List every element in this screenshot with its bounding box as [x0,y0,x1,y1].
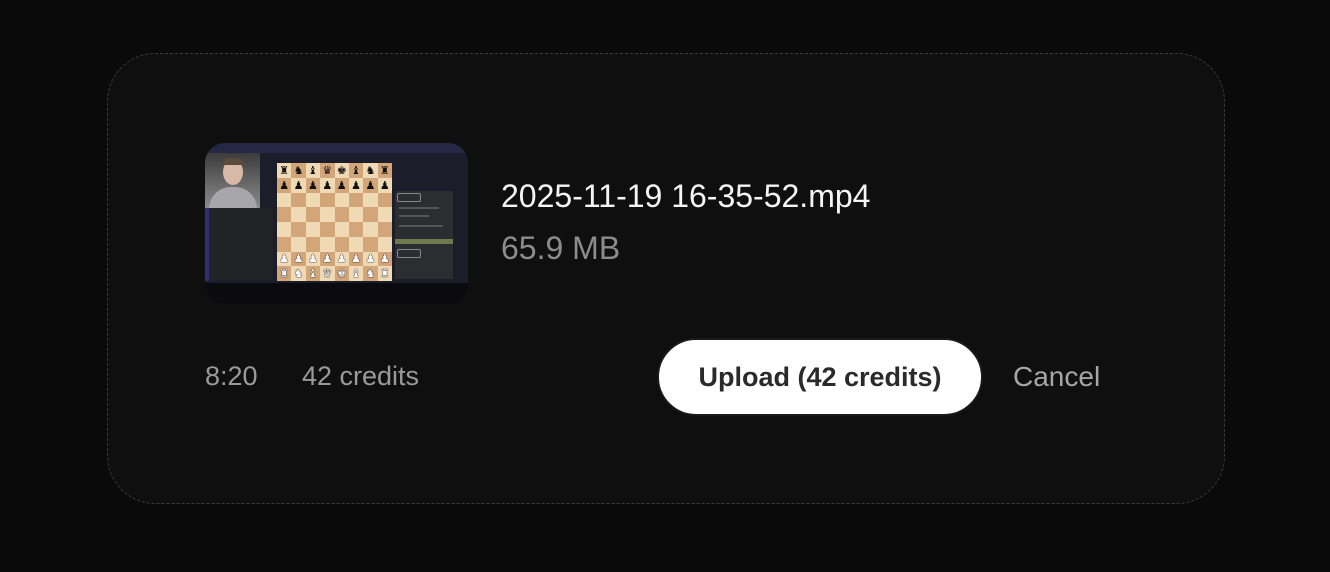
file-name: 2025-11-19 16-35-52.mp4 [501,178,871,214]
video-thumbnail: ♜ ♞ ♝ ♛ ♚ ♝ ♞ ♜ ♟ ♟ ♟ ♟ ♟ ♟ ♟ ♟ ♟ ♟ ♟ ♟ ♟ ♟ ♟ ♟ ♜ ♞ ♝ ♛ ♚ ♝ ♞ ♜ [205,143,468,304]
upload-dropzone-card: ♜ ♞ ♝ ♛ ♚ ♝ ♞ ♜ ♟ ♟ ♟ ♟ ♟ ♟ ♟ ♟ ♟ ♟ ♟ ♟ ♟ ♟ ♟ ♟ ♜ ♞ ♝ ♛ ♚ ♝ ♞ ♜ 2025-11… [107,53,1225,504]
chess-square: ♛ [320,266,335,281]
chess-square [320,207,335,222]
chess-square [305,236,321,252]
chess-square [334,236,349,252]
chess-square: ♟ [348,177,364,193]
chess-square [363,207,378,222]
chess-square: ♟ [320,177,335,193]
chess-square [334,207,349,222]
file-size: 65.9 MB [501,230,621,266]
chess-square: ♞ [363,266,378,281]
chess-square: ♟ [363,251,378,267]
thumbnail-window-bar [205,143,468,153]
chess-square [377,207,392,222]
chess-square [291,207,306,222]
webcam-overlay-image [205,153,260,208]
chess-square [348,222,364,237]
thumbnail-side-panel [395,191,453,279]
chess-square [320,192,335,208]
chess-square [363,192,378,208]
chess-square [320,236,335,252]
chess-square: ♞ [291,266,306,281]
chess-square: ♝ [348,163,364,178]
chess-square: ♝ [305,266,321,281]
chess-square: ♜ [377,163,392,178]
video-duration: 8:20 [205,361,258,391]
chess-square [277,207,292,222]
chess-square: ♞ [363,163,378,178]
credit-cost: 42 credits [302,361,420,391]
chess-square: ♞ [291,163,306,178]
chess-square [363,236,378,252]
chess-square: ♟ [377,251,392,267]
chess-square: ♝ [305,163,321,178]
chess-square [334,222,349,237]
chess-square: ♟ [277,177,292,193]
chess-square [320,222,335,237]
chess-square: ♟ [334,177,349,193]
chess-square [277,192,292,208]
chess-square: ♟ [320,251,335,267]
chess-square: ♜ [377,266,392,281]
chess-square [277,222,292,237]
chess-square: ♚ [334,266,349,281]
chess-square: ♟ [291,177,306,193]
chess-square [377,192,392,208]
chess-square: ♟ [291,251,306,267]
chess-square: ♜ [277,163,292,178]
chess-square [377,222,392,237]
chess-square: ♛ [320,163,335,178]
chess-square [348,192,364,208]
chess-square: ♟ [277,251,292,267]
chess-square: ♜ [277,266,292,281]
chess-square: ♝ [348,266,364,281]
chess-square: ♟ [377,177,392,193]
chess-square [291,192,306,208]
chess-square: ♟ [363,177,378,193]
thumbnail-bottom-bar [205,283,468,304]
chess-square: ♟ [334,251,349,267]
chess-square [363,222,378,237]
thumbnail-left-panel [209,208,273,280]
chess-square [305,192,321,208]
chess-square [291,236,306,252]
cancel-button[interactable]: Cancel [1013,338,1100,416]
chess-square: ♟ [305,251,321,267]
chess-square [377,236,392,252]
chess-square [291,222,306,237]
chess-square [348,236,364,252]
chess-square [305,207,321,222]
chess-square [348,207,364,222]
chess-square: ♚ [334,163,349,178]
chess-square [277,236,292,252]
chess-square [334,192,349,208]
chess-square: ♟ [348,251,364,267]
chessboard-image: ♜ ♞ ♝ ♛ ♚ ♝ ♞ ♜ ♟ ♟ ♟ ♟ ♟ ♟ ♟ ♟ ♟ ♟ ♟ ♟ ♟ ♟ ♟ ♟ ♜ ♞ ♝ ♛ ♚ ♝ ♞ ♜ [277,163,392,281]
chess-square: ♟ [305,177,321,193]
chess-square [305,222,321,237]
upload-button[interactable]: Upload (42 credits) [657,338,983,416]
